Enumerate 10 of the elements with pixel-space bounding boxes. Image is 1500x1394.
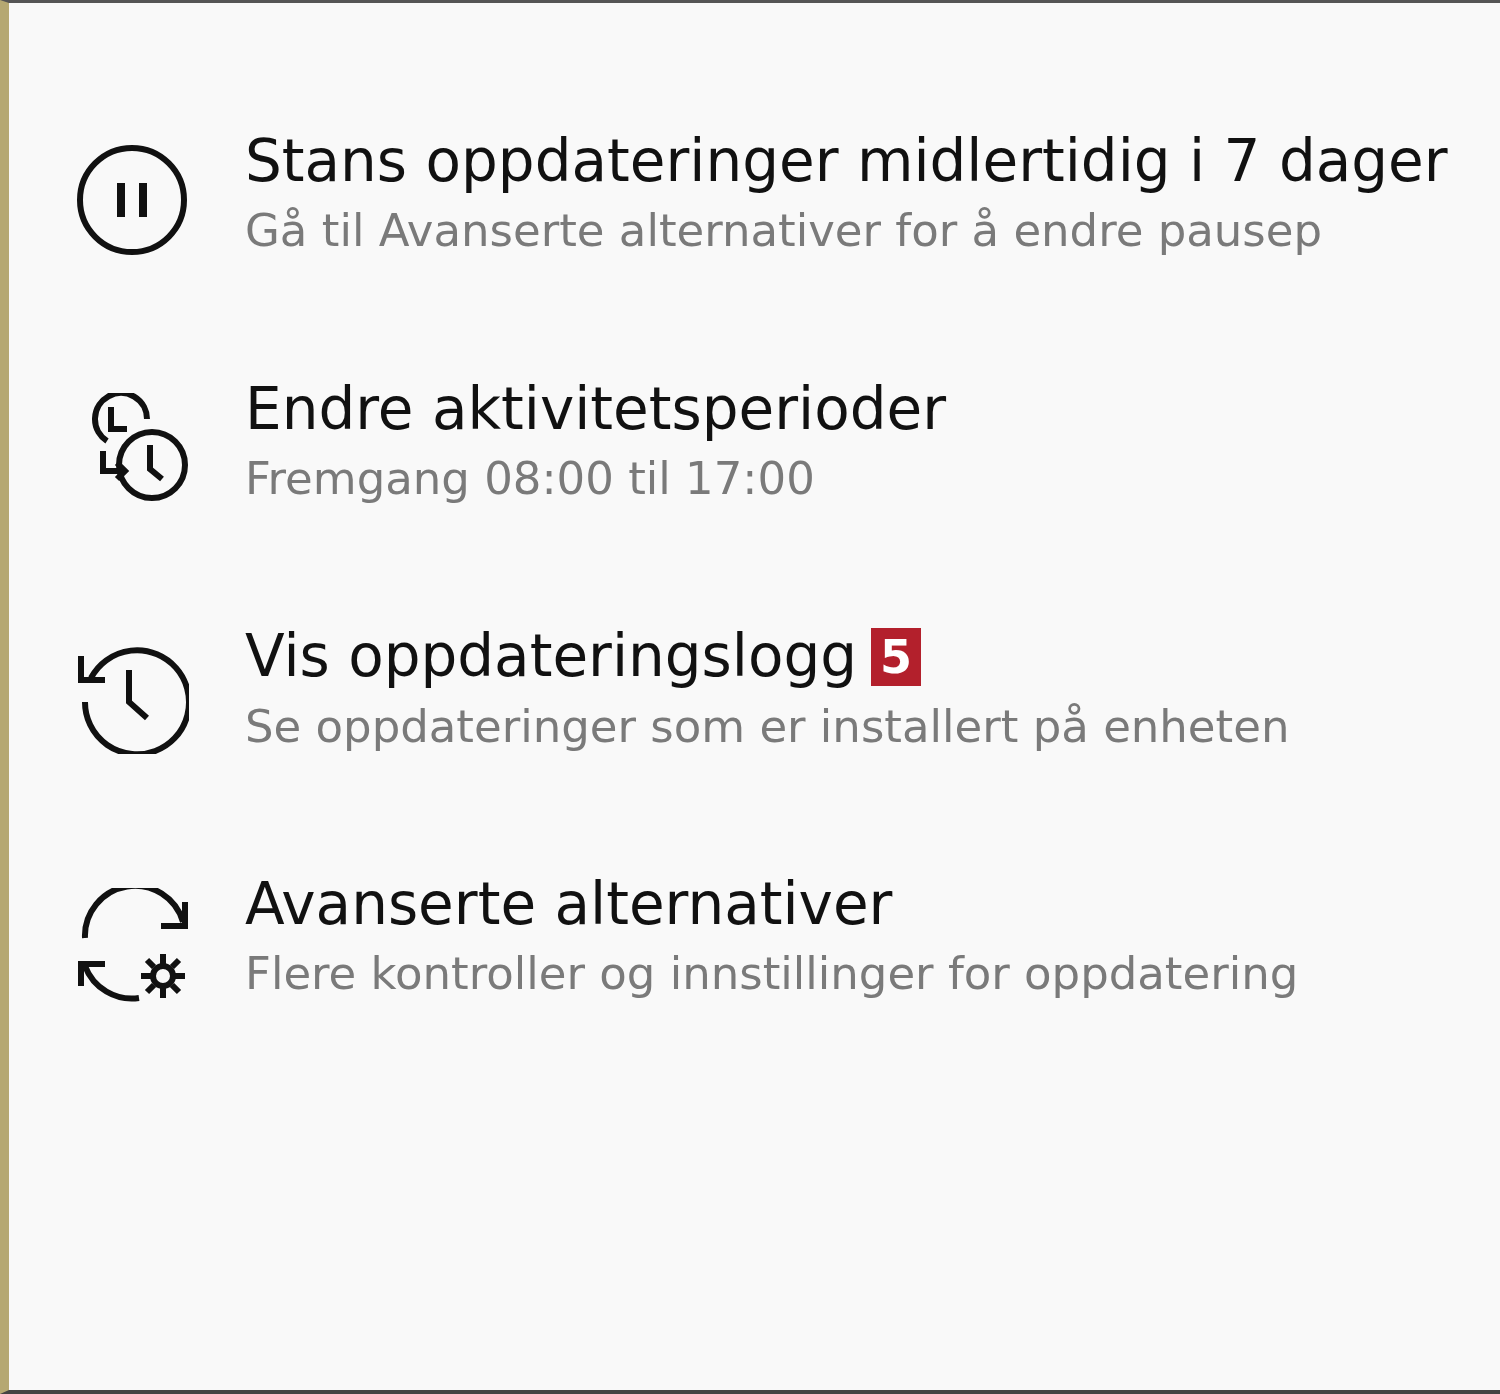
option-description: Se oppdateringer som er installert på enheten: [245, 698, 1290, 755]
count-badge: 5: [871, 627, 922, 686]
sync-gear-icon: [77, 888, 189, 1003]
option-description: Gå til Avanserte alternativer for å endre pausep: [245, 203, 1323, 260]
option-title[interactable]: Vis oppdateringslogg: [245, 616, 858, 698]
option-title[interactable]: Avanserte alternativer: [245, 864, 893, 946]
option-description: Fremgang 08:00 til 17:00: [245, 450, 816, 507]
option-title[interactable]: Endre aktivitetsperioder: [245, 368, 946, 450]
option-description: Flere kontroller og innstillinger for oppdatering: [245, 946, 1299, 1003]
option-title[interactable]: Stans oppdateringer midlertidig i 7 dager: [245, 121, 1448, 203]
